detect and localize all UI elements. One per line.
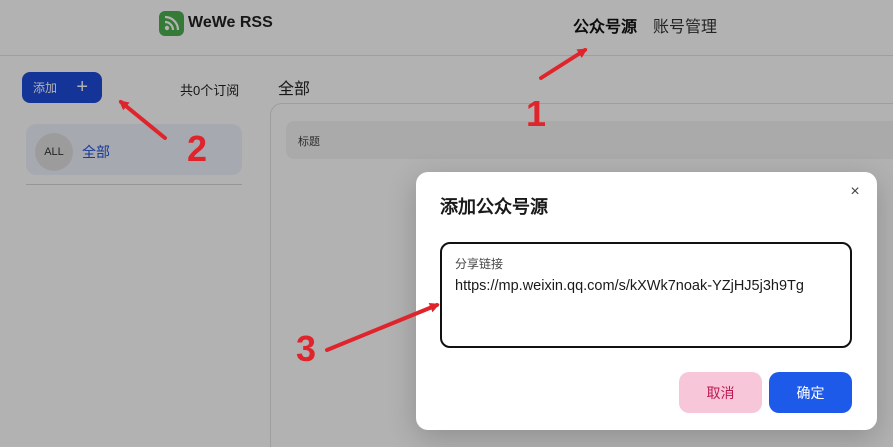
confirm-button[interactable]: 确定 (769, 372, 852, 413)
annotation-number-1: 1 (526, 93, 547, 134)
close-icon[interactable]: × (846, 183, 864, 201)
share-link-input[interactable]: https://mp.weixin.qq.com/s/kXWk7noak-YZj… (455, 278, 804, 294)
dialog-title: 添加公众号源 (440, 197, 548, 217)
annotation-number-3: 3 (296, 328, 317, 369)
share-link-label: 分享链接 (455, 257, 504, 271)
annotation-number-2: 2 (187, 128, 208, 169)
share-link-field[interactable]: 分享链接 https://mp.weixin.qq.com/s/kXWk7noa… (440, 242, 852, 348)
add-feed-dialog: 添加公众号源 × 分享链接 https://mp.weixin.qq.com/s… (416, 172, 877, 430)
cancel-button[interactable]: 取消 (679, 372, 762, 413)
